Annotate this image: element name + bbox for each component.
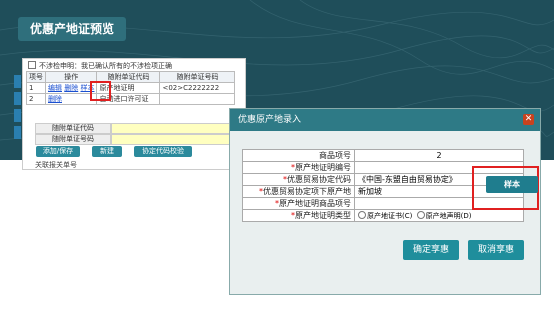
cancel-preferential-button[interactable]: 取消享惠 [468,240,524,260]
attached-doc-code-label: 随附单证代码 [35,123,111,134]
attached-doc-number-field[interactable] [111,134,243,145]
sidebar-tab[interactable] [14,92,21,105]
radio-decl[interactable] [416,210,425,219]
cert-type-label: 原产地证明类型 [295,211,351,220]
sample-button[interactable]: 样本 [486,176,538,193]
close-icon[interactable]: ✕ [523,114,534,125]
item-no-value: 2 [354,149,524,162]
cert-item-no-label: 原产地证明商品项号 [279,199,351,208]
cert-type-radios: 原产地证书(C) 原产地声明(D) [354,209,524,222]
agreement-code-label: 优惠贸易协定代码 [287,175,351,184]
cert-no-label: 原产地证明编号 [295,163,351,172]
attached-doc-code-field[interactable] [111,123,243,134]
confirm-preferential-button[interactable]: 确定享惠 [403,240,459,260]
add-save-button[interactable]: 添加/保存 [36,146,80,157]
form-row-item-no: 商品项号 2 [242,149,524,162]
attached-docs-table: 项号 操作 随附单证代码 随附单证号码 1 编辑 删除 样本 原产地证明 <02… [26,71,236,105]
attached-doc-number-row: 随附单证号码 [35,134,243,145]
dialog-title: 优惠原产地录入 [238,115,302,125]
sidebar-tab[interactable] [14,109,21,122]
table-header: 项号 操作 随附单证代码 随附单证号码 [26,71,236,83]
notice-checkbox[interactable] [28,61,36,69]
agreement-code-check-button[interactable]: 协定代码校验 [134,146,192,157]
related-declaration-label: 关联报关单号 [35,161,77,169]
sidebar-tab[interactable] [14,75,21,88]
item-no-label: 商品项号 [242,149,355,162]
attached-doc-number-label: 随附单证号码 [35,134,111,145]
header-number: 随附单证号码 [159,71,236,83]
new-button[interactable]: 新建 [92,146,122,157]
edit-link[interactable]: 编辑 [48,84,62,92]
delete-link[interactable]: 删除 [64,84,78,92]
radio-cert[interactable] [358,210,366,219]
table-row: 2 删除 自动进口许可证 [26,93,236,105]
slide-title: 优惠产地证预览 [18,17,126,41]
attached-doc-code-row: 随附单证代码 [35,123,243,134]
preferential-origin-dialog: 优惠原产地录入 ✕ 商品项号 2 *原产地证明编号 *优惠贸易协定代码 《中国-… [229,108,541,295]
origin-label: 优惠贸易协定项下原产地 [263,187,351,196]
sample-link-highlight [90,81,111,101]
table-row: 1 编辑 删除 样本 原产地证明 <02>C2222222 [26,82,236,94]
header-no: 项号 [26,71,46,83]
form-row-cert-type: *原产地证明类型 原产地证书(C) 原产地声明(D) [242,209,524,222]
sidebar-tab[interactable] [14,126,21,139]
no-inspection-notice: 不涉检申明：我已确认所有的不涉检项正确 [28,61,172,71]
dialog-header: 优惠原产地录入 ✕ [230,109,540,131]
delete-link[interactable]: 删除 [48,95,62,103]
